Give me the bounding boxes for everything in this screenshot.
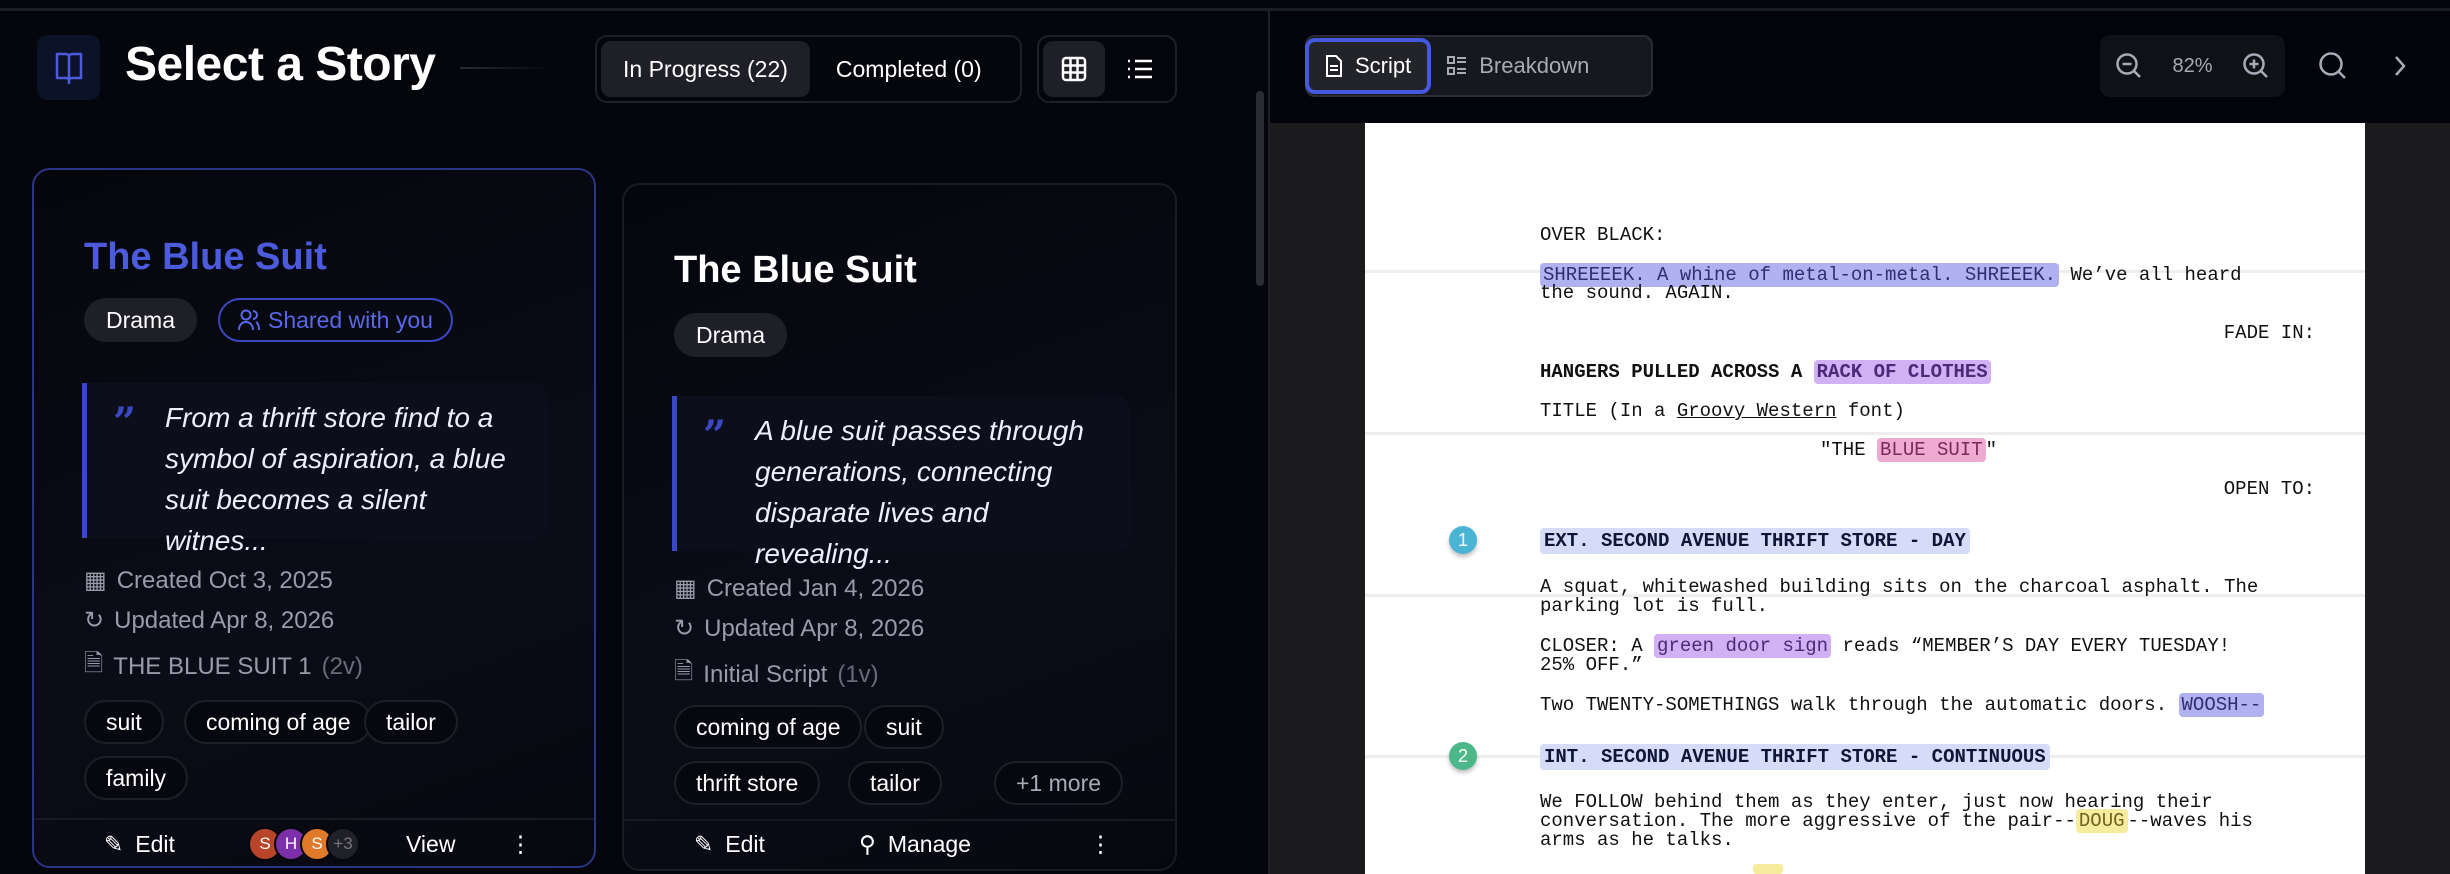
tab-script[interactable]: Script <box>1305 38 1432 94</box>
breakdown-icon <box>1447 56 1467 75</box>
script-viewer-panel: Script Breakdown 82% OVER BLACK: SHREEEE… <box>1270 11 2450 874</box>
document-icon <box>1326 55 1342 77</box>
collaborator-avatars[interactable]: S H S +3 <box>248 827 360 861</box>
script-version[interactable]: 🗎 Initial Script (1v) <box>674 654 879 695</box>
scene-number-badge[interactable]: 1 <box>1449 526 1477 554</box>
more-options-icon[interactable]: ⋮ <box>509 830 532 858</box>
title-line: "THE BLUE SUIT " <box>1820 438 1998 462</box>
tag[interactable]: suit <box>864 705 944 749</box>
title-divider <box>460 67 550 69</box>
refresh-icon: ↻ <box>84 607 105 634</box>
avatar-overflow: +3 <box>326 827 360 861</box>
quote-icon: ” <box>703 412 727 459</box>
view-button[interactable]: View <box>406 830 455 858</box>
transition: OVER BLACK: <box>1540 224 1666 246</box>
logline-text: From a thrift store find to a symbol of … <box>165 402 506 556</box>
story-title[interactable]: The Blue Suit <box>674 249 917 292</box>
action-line: HANGERS PULLED ACROSS A RACK OF CLOTHES <box>1540 360 1991 384</box>
users-icon <box>238 309 260 331</box>
scene-number-badge[interactable]: 2 <box>1449 742 1477 770</box>
tag[interactable]: coming of age <box>674 705 863 749</box>
tag[interactable]: suit <box>84 700 164 744</box>
list-view-button[interactable] <box>1109 41 1171 97</box>
script-viewer[interactable]: OVER BLACK: SHREEEEK. A whine of metal-o… <box>1270 123 2450 874</box>
tag[interactable]: family <box>84 756 189 800</box>
view-toggle <box>1037 35 1177 103</box>
action-line: Two TWENTY-SOMETHINGS walk through the a… <box>1540 693 2265 717</box>
calendar-icon: ▦ <box>674 575 697 602</box>
transition: OPEN TO: <box>2223 478 2315 500</box>
scrollbar[interactable] <box>1256 91 1264 286</box>
logline-text: A blue suit passes through generations, … <box>755 415 1084 569</box>
status-tabs: In Progress (22) Completed (0) <box>595 35 1022 103</box>
tag[interactable]: coming of age <box>184 700 373 744</box>
more-tags[interactable]: +1 more <box>994 761 1124 805</box>
story-card[interactable]: The Blue Suit Drama ” A blue suit passes… <box>622 183 1177 871</box>
book-icon <box>37 35 100 100</box>
updated-date: ↻ Updated Apr 8, 2026 <box>84 606 335 635</box>
action-line: parking lot is full. <box>1540 595 1769 617</box>
shared-label: Shared with you <box>268 306 433 333</box>
quote-icon: ” <box>113 399 137 446</box>
action-line: the sound. AGAIN. <box>1540 282 1734 304</box>
script-page: OVER BLACK: SHREEEEK. A whine of metal-o… <box>1365 123 2365 874</box>
list-icon <box>1128 59 1152 79</box>
story-title[interactable]: The Blue Suit <box>84 236 327 279</box>
pencil-icon: ✎ <box>694 831 714 857</box>
script-version[interactable]: 🗎 THE BLUE SUIT 1 (2v) <box>84 646 363 687</box>
scene-heading[interactable]: EXT. SECOND AVENUE THRIFT STORE - DAY <box>1540 528 1970 554</box>
created-date: ▦ Created Jan 4, 2026 <box>674 574 925 603</box>
action-line: arms as he talks. <box>1540 829 1734 851</box>
card-divider <box>624 819 1175 821</box>
story-card[interactable]: The Blue Suit Drama Shared with you ” Fr… <box>32 168 596 868</box>
sound-highlight[interactable]: WOOSH-- <box>2178 693 2265 717</box>
genre-badge: Drama <box>84 298 198 342</box>
action-line: CLOSER: A green door sign reads “MEMBER’… <box>1540 634 2231 658</box>
shared-badge: Shared with you <box>218 298 453 342</box>
card-divider <box>34 818 594 820</box>
zoom-level: 82% <box>2172 54 2213 77</box>
zoom-controls: 82% <box>2100 35 2285 97</box>
tag[interactable]: thrift store <box>674 761 821 805</box>
title-highlight[interactable]: BLUE SUIT <box>1877 438 1986 462</box>
zoom-out-icon[interactable] <box>2115 52 2143 80</box>
edit-button[interactable]: ✎ Edit <box>694 830 765 858</box>
calendar-icon: ▦ <box>84 567 107 594</box>
zoom-in-icon[interactable] <box>2242 52 2270 80</box>
tag[interactable]: tailor <box>364 700 458 744</box>
logline: ” A blue suit passes through generations… <box>672 396 1130 569</box>
action-line: 25% OFF.” <box>1540 654 1643 676</box>
edit-button[interactable]: ✎ Edit <box>104 830 175 858</box>
tab-in-progress[interactable]: In Progress (22) <box>601 41 810 97</box>
character-highlight[interactable]: DOUG <box>2075 809 2128 833</box>
logline: ” From a thrift store find to a symbol o… <box>82 383 548 556</box>
updated-date: ↻ Updated Apr 8, 2026 <box>674 614 925 643</box>
manage-button[interactable]: ⚲ Manage <box>859 830 971 858</box>
more-options-icon[interactable]: ⋮ <box>1089 830 1112 858</box>
prop-highlight[interactable]: green door sign <box>1654 634 1832 658</box>
tag[interactable]: tailor <box>848 761 942 805</box>
refresh-icon: ↻ <box>674 615 695 642</box>
action-line: TITLE (In a Groovy Western font) <box>1540 400 1905 422</box>
page-title: Select a Story <box>125 38 436 91</box>
viewer-tabs: Script Breakdown <box>1305 35 1653 97</box>
prop-highlight[interactable]: RACK OF CLOTHES <box>1813 360 1991 384</box>
character-highlight-partial <box>1753 864 1783 874</box>
story-list-panel: Select a Story In Progress (22) Complete… <box>0 11 1268 874</box>
search-icon[interactable] <box>2308 35 2358 97</box>
page-rule <box>1365 432 2365 435</box>
chevron-right-icon[interactable] <box>2375 35 2425 97</box>
genre-badge: Drama <box>674 313 788 357</box>
grid-icon <box>1061 56 1087 82</box>
created-date: ▦ Created Oct 3, 2025 <box>84 566 333 595</box>
scene-heading[interactable]: INT. SECOND AVENUE THRIFT STORE - CONTIN… <box>1540 744 2050 770</box>
file-icon: 🗎 <box>674 658 694 685</box>
tab-breakdown[interactable]: Breakdown <box>1431 38 1605 94</box>
tab-completed[interactable]: Completed (0) <box>814 41 1004 97</box>
file-icon: 🗎 <box>84 650 104 677</box>
transition: FADE IN: <box>2223 322 2315 344</box>
user-icon: ⚲ <box>859 831 876 857</box>
pencil-icon: ✎ <box>104 831 124 857</box>
grid-view-button[interactable] <box>1043 41 1105 97</box>
